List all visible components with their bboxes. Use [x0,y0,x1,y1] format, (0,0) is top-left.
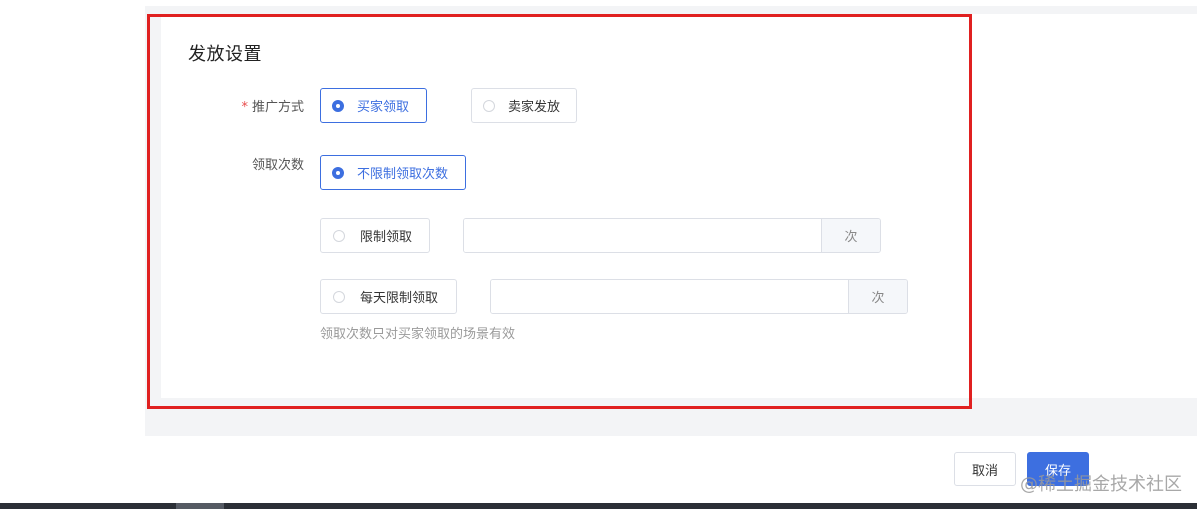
radio-seller-issue[interactable]: 卖家发放 [471,88,577,123]
limit-claim-input-group: 次 [463,218,881,253]
radio-unlimited-label: 不限制领取次数 [357,167,449,182]
page: 发放设置 * 推广方式 买家领取 卖家发放 领取次数 不限制领取次数 限制领取 次… [0,0,1197,509]
radio-limit-claim-label: 限制领取 [360,230,413,245]
settings-card [161,14,1197,398]
radio-unchecked-icon [333,290,345,303]
watermark: @稀土掘金技术社区 [1020,474,1182,495]
radio-buyer-claim[interactable]: 买家领取 [320,88,427,123]
radio-checked-icon [332,166,344,179]
radio-daily-limit[interactable]: 每天限制领取 [320,279,457,314]
radio-checked-icon [332,99,344,112]
radio-daily-limit-label: 每天限制领取 [360,291,439,306]
radio-unchecked-icon [483,99,495,112]
taskbar-active-item[interactable] [176,503,224,509]
promotion-method-label: * 推广方式 [238,96,304,115]
daily-limit-count-input[interactable] [491,280,848,313]
claim-limit-hint: 领取次数只对买家领取的场景有效 [320,327,516,342]
section-title: 发放设置 [188,44,262,65]
radio-limit-claim[interactable]: 限制领取 [320,218,430,253]
promotion-method-label-text: 推广方式 [251,100,304,115]
required-mark: * [241,100,248,115]
radio-unlimited[interactable]: 不限制领取次数 [320,155,466,190]
radio-unchecked-icon [333,229,345,242]
radio-seller-issue-label: 卖家发放 [508,100,561,115]
radio-buyer-claim-label: 买家领取 [357,100,410,115]
claim-limit-label: 领取次数 [251,158,304,173]
daily-limit-input-group: 次 [490,279,908,314]
limit-claim-suffix: 次 [821,219,880,252]
limit-claim-count-input[interactable] [464,219,821,252]
cancel-button[interactable]: 取消 [954,452,1016,486]
daily-limit-suffix: 次 [848,280,907,313]
